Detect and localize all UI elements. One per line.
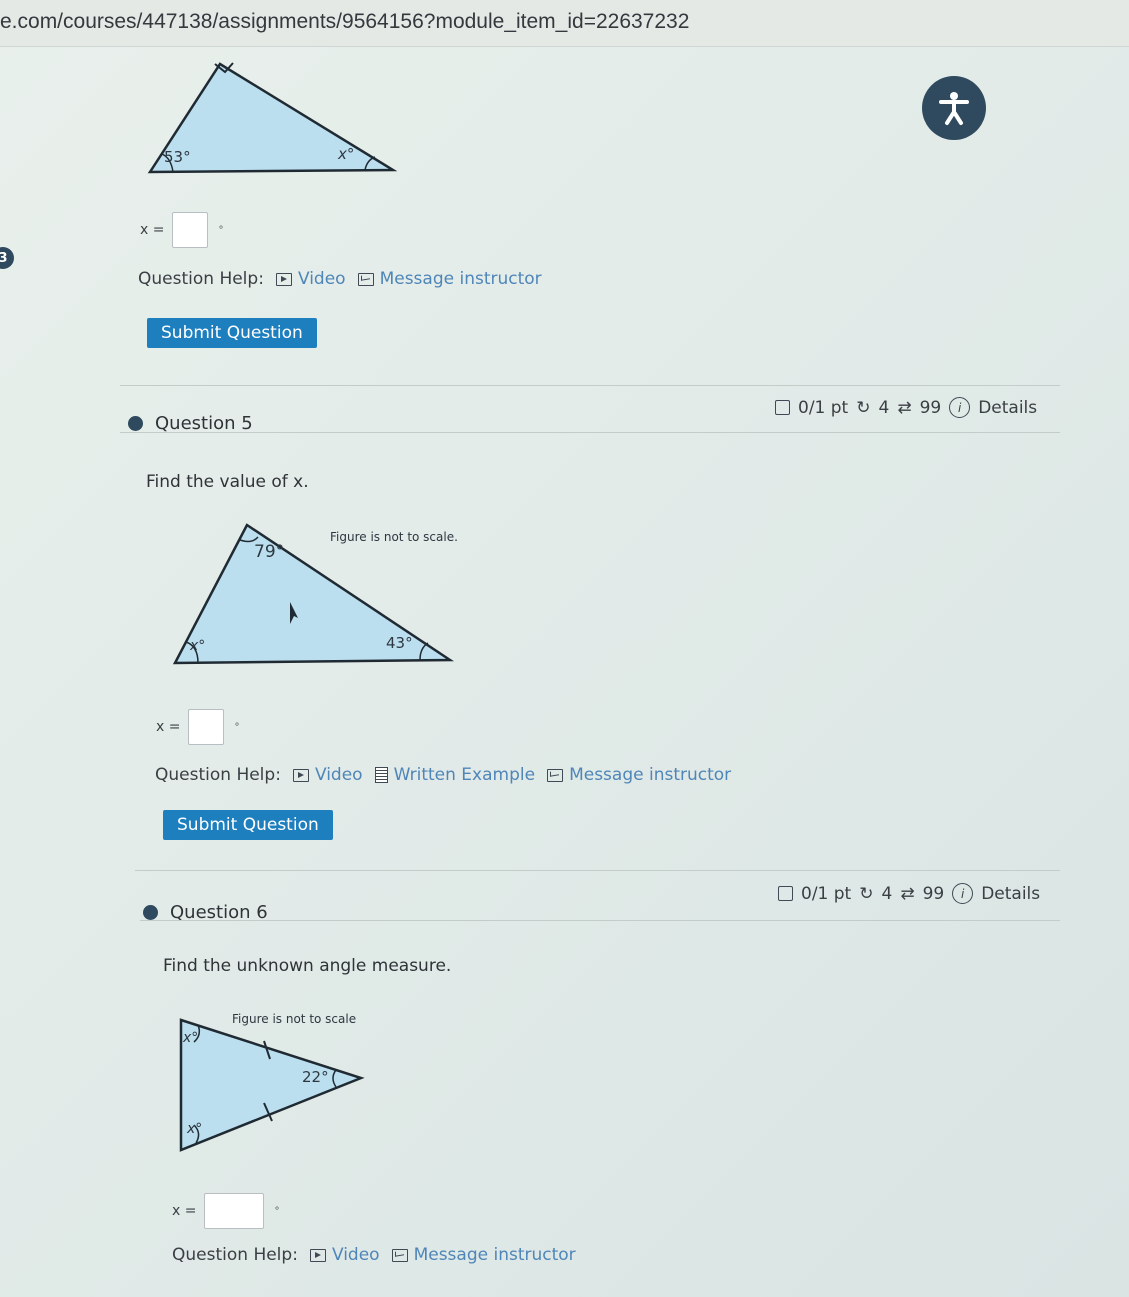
q5-attempts: 99	[919, 397, 942, 418]
q5-example-label: Written Example	[393, 765, 536, 785]
q4-message-label: Message instructor	[379, 269, 542, 289]
video-icon	[275, 272, 292, 286]
q5-help-label: Question Help:	[155, 765, 281, 785]
q6-angle-right: 22°	[302, 1068, 329, 1086]
q4-video-link[interactable]: Video	[275, 269, 346, 289]
q6-triangle-figure	[176, 1015, 366, 1153]
address-bar[interactable]: e.com/courses/447138/assignments/9564156…	[0, 0, 1129, 47]
q6-help-label: Question Help:	[172, 1245, 298, 1265]
mail-icon	[391, 1248, 408, 1262]
accessibility-icon	[939, 92, 969, 125]
q5-angle-top: 79°	[254, 542, 285, 562]
q6-message-instructor-link[interactable]: Message instructor	[391, 1245, 576, 1265]
q4-equation-label: x =	[140, 222, 165, 238]
attempts-icon: ⇄	[897, 397, 912, 418]
q6-attempts: 99	[922, 883, 945, 904]
divider	[120, 432, 1060, 433]
q4-question-help: Question Help: Video Message instructor	[138, 269, 542, 289]
q5-angle-left: x°	[190, 638, 206, 654]
q6-question-help: Question Help: Video Message instructor	[172, 1245, 576, 1265]
q5-angle-right: 43°	[386, 634, 413, 652]
q5-meta: 0/1 pt ↻ 4 ⇄ 99 i Details	[775, 397, 1037, 418]
q4-help-label: Question Help:	[138, 269, 264, 289]
q6-video-label: Video	[331, 1245, 380, 1265]
q6-retries: 4	[881, 883, 893, 904]
score-icon	[778, 886, 793, 901]
q4-angle-right: x°	[338, 145, 355, 163]
q5-equation: x = °	[156, 709, 239, 745]
q4-answer-input[interactable]	[172, 212, 209, 248]
divider	[120, 385, 1060, 386]
accessibility-button[interactable]	[922, 76, 986, 140]
q6-score: 0/1 pt	[801, 883, 852, 904]
q5-degree-symbol: °	[234, 721, 240, 733]
document-icon	[374, 767, 388, 783]
info-icon[interactable]: i	[952, 883, 974, 904]
video-icon	[292, 768, 309, 782]
q5-title: Question 5	[155, 413, 253, 434]
retry-icon: ↻	[859, 883, 874, 904]
q6-equation-label: x =	[172, 1203, 197, 1219]
q5-status-dot	[128, 416, 143, 431]
divider	[135, 870, 1060, 871]
q5-written-example-link[interactable]: Written Example	[374, 765, 536, 785]
q5-score: 0/1 pt	[798, 397, 849, 418]
q5-header: Question 5	[128, 413, 253, 434]
q5-retries: 4	[878, 397, 890, 418]
q4-video-label: Video	[297, 269, 346, 289]
q4-degree-symbol: °	[218, 224, 224, 236]
retry-icon: ↻	[856, 397, 871, 418]
score-icon	[775, 400, 790, 415]
q5-submit-button[interactable]: Submit Question	[163, 810, 333, 840]
attempts-icon: ⇄	[900, 883, 915, 904]
q5-video-link[interactable]: Video	[292, 765, 363, 785]
q6-answer-input[interactable]	[204, 1193, 265, 1229]
q4-angle-left: 53°	[164, 148, 191, 166]
q6-equation: x = °	[172, 1193, 279, 1229]
q5-equation-label: x =	[156, 719, 181, 735]
q5-answer-input[interactable]	[188, 709, 225, 745]
mail-icon	[357, 272, 374, 286]
q5-message-label: Message instructor	[569, 765, 732, 785]
q6-video-link[interactable]: Video	[309, 1245, 380, 1265]
q6-details-link[interactable]: Details	[981, 884, 1040, 904]
q4-message-instructor-link[interactable]: Message instructor	[357, 269, 542, 289]
question-number-badge: 3	[0, 247, 14, 269]
q6-angle-top: x°	[183, 1030, 199, 1046]
q5-details-link[interactable]: Details	[978, 398, 1037, 418]
q5-question-help: Question Help: Video Written Example Mes…	[155, 765, 731, 785]
q5-prompt: Find the value of x.	[146, 472, 309, 492]
q6-meta: 0/1 pt ↻ 4 ⇄ 99 i Details	[778, 883, 1040, 904]
q6-status-dot	[143, 905, 158, 920]
q6-degree-symbol: °	[274, 1205, 280, 1217]
info-icon[interactable]: i	[949, 397, 971, 418]
q6-message-label: Message instructor	[413, 1245, 576, 1265]
q5-video-label: Video	[314, 765, 363, 785]
q4-submit-button[interactable]: Submit Question	[147, 318, 317, 348]
q5-message-instructor-link[interactable]: Message instructor	[547, 765, 731, 785]
mail-icon	[547, 768, 564, 782]
video-icon	[309, 1248, 326, 1262]
q6-prompt: Find the unknown angle measure.	[163, 956, 452, 976]
url-text: e.com/courses/447138/assignments/9564156…	[0, 10, 690, 33]
divider	[140, 920, 1060, 921]
q4-equation: x = °	[140, 212, 223, 248]
q6-angle-bottom: x°	[187, 1121, 203, 1137]
